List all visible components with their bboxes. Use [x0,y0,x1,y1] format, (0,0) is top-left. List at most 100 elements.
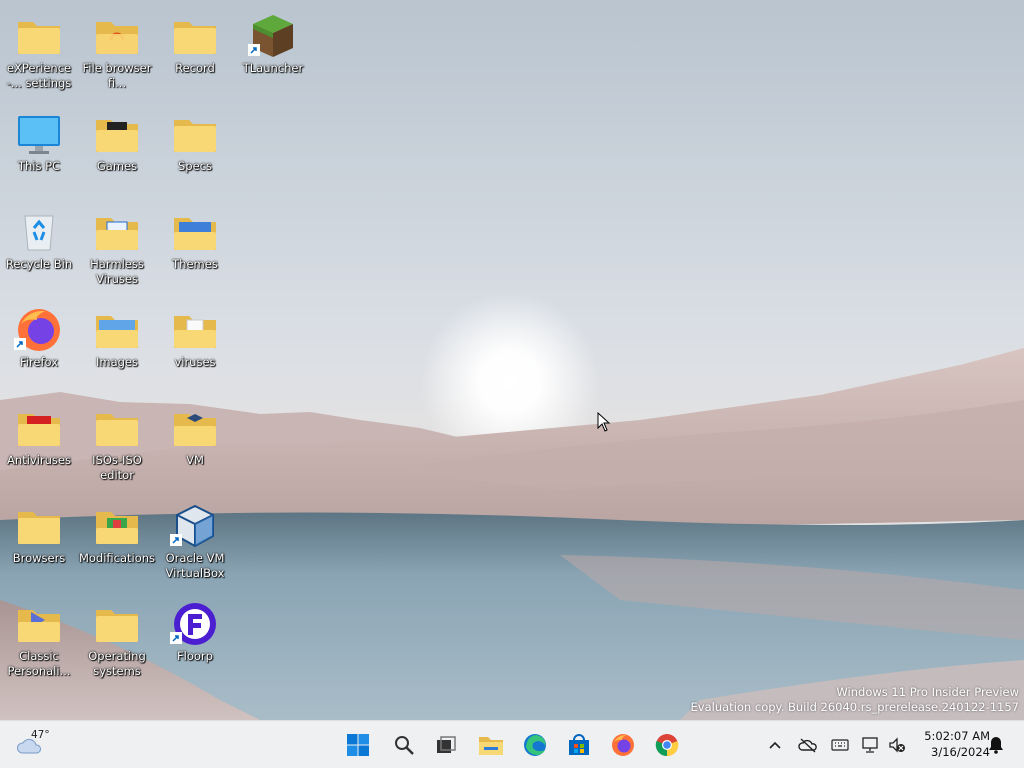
search-button[interactable] [386,727,422,763]
desktop-icon-operating-systems[interactable]: Operating systems [78,592,156,684]
store-icon [569,734,589,755]
folder-icon [96,512,138,544]
desktop-icon-label: ISOs-ISO editor [92,453,142,482]
folder-icon [96,316,138,348]
folder-icon [96,218,138,250]
desktop-icon-file-browser[interactable]: File browser fi... [78,4,156,96]
firefox-taskbar-button[interactable] [605,727,641,763]
desktop-icon-label: File browser fi... [82,61,152,90]
folder-icon [174,218,216,250]
weather-temperature: 47° [31,729,50,741]
network-tray-button[interactable] [860,734,882,756]
desktop[interactable]: eXPerience -... settings This PC Recycle… [0,0,1024,720]
edge-icon [524,734,546,756]
folder-icon [18,610,60,642]
desktop-icon-specs[interactable]: Specs [156,102,234,194]
desktop-icon-label: TLauncher [242,61,304,75]
watermark-line-1: Windows 11 Pro Insider Preview [836,685,1019,699]
desktop-icon-label: viruses [174,355,216,369]
clock-date: 3/16/2024 [931,745,990,759]
volume-tray-button[interactable] [886,734,908,756]
desktop-icon-record[interactable]: Record [156,4,234,96]
folder-icon [18,414,60,446]
desktop-icon-harmless-viruses[interactable]: Harmless Viruses [78,200,156,292]
keyboard-tray-button[interactable] [829,734,851,756]
desktop-icon-label: VM [186,453,204,467]
onedrive-icon [798,738,817,753]
network-icon [862,737,878,753]
chevron-up-icon [769,741,781,749]
desktop-icon-firefox[interactable]: Firefox [0,298,78,390]
desktop-icon-label: Harmless Viruses [90,257,144,286]
desktop-icon-label: Images [95,355,138,369]
desktop-icon-label: Recycle Bin [5,257,73,271]
task-view-icon [437,736,456,753]
desktop-icon-images[interactable]: Images [78,298,156,390]
folder-icon [174,120,216,152]
desktop-icon-label: This PC [17,159,61,173]
clock[interactable]: 5:02:07 AM 3/16/2024 [912,728,990,760]
desktop-icon-games[interactable]: Games [78,102,156,194]
file-explorer-button[interactable] [473,727,509,763]
recycle-bin-icon [24,215,54,251]
desktop-icon-label: Floorp [177,649,213,663]
desktop-icon-label: Specs [178,159,212,173]
desktop-icon-recycle-bin[interactable]: Recycle Bin [0,200,78,292]
desktop-icon-label: Operating systems [88,649,146,678]
folder-icon [479,737,503,755]
folder-icon [18,512,60,544]
start-button[interactable] [340,727,376,763]
desktop-icon-label: eXPerience -... settings [6,61,72,90]
shortcut-arrow-icon [248,44,260,56]
chrome-icon [655,734,679,757]
desktop-icon-label: Oracle VM VirtualBox [165,551,225,580]
watermark-line-2: Evaluation copy. Build 26040.rs_prerelea… [690,700,1019,714]
desktop-icon-label: Firefox [19,355,59,369]
folder-icon [174,316,216,348]
desktop-icon-label: Themes [172,257,218,271]
shortcut-arrow-icon [170,534,182,546]
clock-time: 5:02:07 AM [924,729,990,743]
notifications-button[interactable] [985,734,1007,756]
firefox-icon [612,734,634,756]
desktop-icon-classic-personalization[interactable]: Classic Personali... [0,592,78,684]
desktop-icon-experience-settings[interactable]: eXPerience -... settings [0,4,78,96]
weather-widget[interactable]: 47° [16,727,56,763]
folder-icon [18,22,60,54]
folder-icon [96,120,138,152]
folder-icon [96,610,138,642]
desktop-icon-antiviruses[interactable]: Antiviruses [0,396,78,488]
windows-logo-icon [347,734,369,756]
mouse-pointer-icon [597,412,611,432]
folder-icon [174,22,216,54]
desktop-icon-themes[interactable]: Themes [156,200,234,292]
microsoft-store-button[interactable] [561,727,597,763]
desktop-icon-label: Classic Personali... [7,649,71,678]
windows-evaluation-watermark: Windows 11 Pro Insider Preview Evaluatio… [691,685,1019,715]
desktop-icon-label: Record [175,61,215,75]
onedrive-tray-button[interactable] [797,734,819,756]
search-icon [395,736,414,755]
volume-muted-icon [889,737,905,753]
folder-icon [96,22,138,54]
shortcut-arrow-icon [14,338,26,350]
desktop-icon-viruses[interactable]: viruses [156,298,234,390]
desktop-icon-oracle-vm-virtualbox[interactable]: Oracle VM VirtualBox [156,494,234,586]
desktop-icon-this-pc[interactable]: This PC [0,102,78,194]
folder-icon [174,414,216,446]
folder-icon [96,414,138,446]
desktop-icon-floorp[interactable]: Floorp [156,592,234,684]
shortcut-arrow-icon [170,632,182,644]
bell-icon [989,737,1003,754]
chrome-button[interactable] [649,727,685,763]
edge-button[interactable] [517,727,553,763]
desktop-icon-vm[interactable]: VM [156,396,234,488]
desktop-icon-isos-iso-editor[interactable]: ISOs-ISO editor [78,396,156,488]
desktop-icon-browsers[interactable]: Browsers [0,494,78,586]
desktop-icon-modifications[interactable]: Modifications [78,494,156,586]
desktop-icon-label: Games [96,159,138,173]
show-hidden-icons-button[interactable] [764,734,786,756]
task-view-button[interactable] [428,727,464,763]
monitor-icon [18,116,60,154]
desktop-icon-tlauncher[interactable]: TLauncher [234,4,312,96]
